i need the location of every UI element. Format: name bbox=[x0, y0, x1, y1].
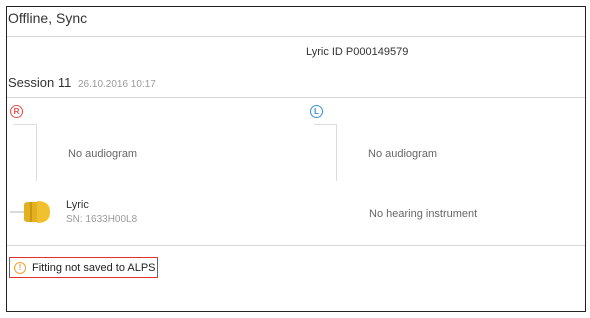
left-ear-icon: L bbox=[310, 105, 323, 118]
right-audiogram-empty: No audiogram bbox=[68, 148, 138, 160]
session-divider bbox=[7, 97, 585, 98]
lyric-id: Lyric ID P000149579 bbox=[306, 46, 409, 58]
left-audiogram-empty: No audiogram bbox=[368, 148, 438, 160]
right-audiogram-frame bbox=[14, 124, 37, 181]
session-title: Session 11 bbox=[8, 75, 72, 90]
hearing-aid-icon bbox=[10, 201, 50, 223]
right-ear-icon: R bbox=[10, 105, 23, 118]
fitting-warning: ! Fitting not saved to ALPS bbox=[9, 257, 158, 278]
page-title: Offline, Sync bbox=[8, 10, 88, 26]
hearing-instrument-serial: SN: 1633H00L8 bbox=[66, 214, 138, 225]
left-audiogram-frame bbox=[314, 124, 337, 181]
header-divider bbox=[7, 36, 585, 37]
no-hearing-instrument: No hearing instrument bbox=[369, 208, 478, 220]
hearing-instrument-name: Lyric bbox=[66, 199, 89, 211]
warning-icon: ! bbox=[14, 261, 26, 274]
instrument-divider bbox=[7, 245, 585, 246]
warning-text: Fitting not saved to ALPS bbox=[32, 261, 156, 274]
session-date: 26.10.2016 10:17 bbox=[77, 79, 156, 90]
session-heading: Session 11 26.10.2016 10:17 bbox=[8, 75, 156, 90]
